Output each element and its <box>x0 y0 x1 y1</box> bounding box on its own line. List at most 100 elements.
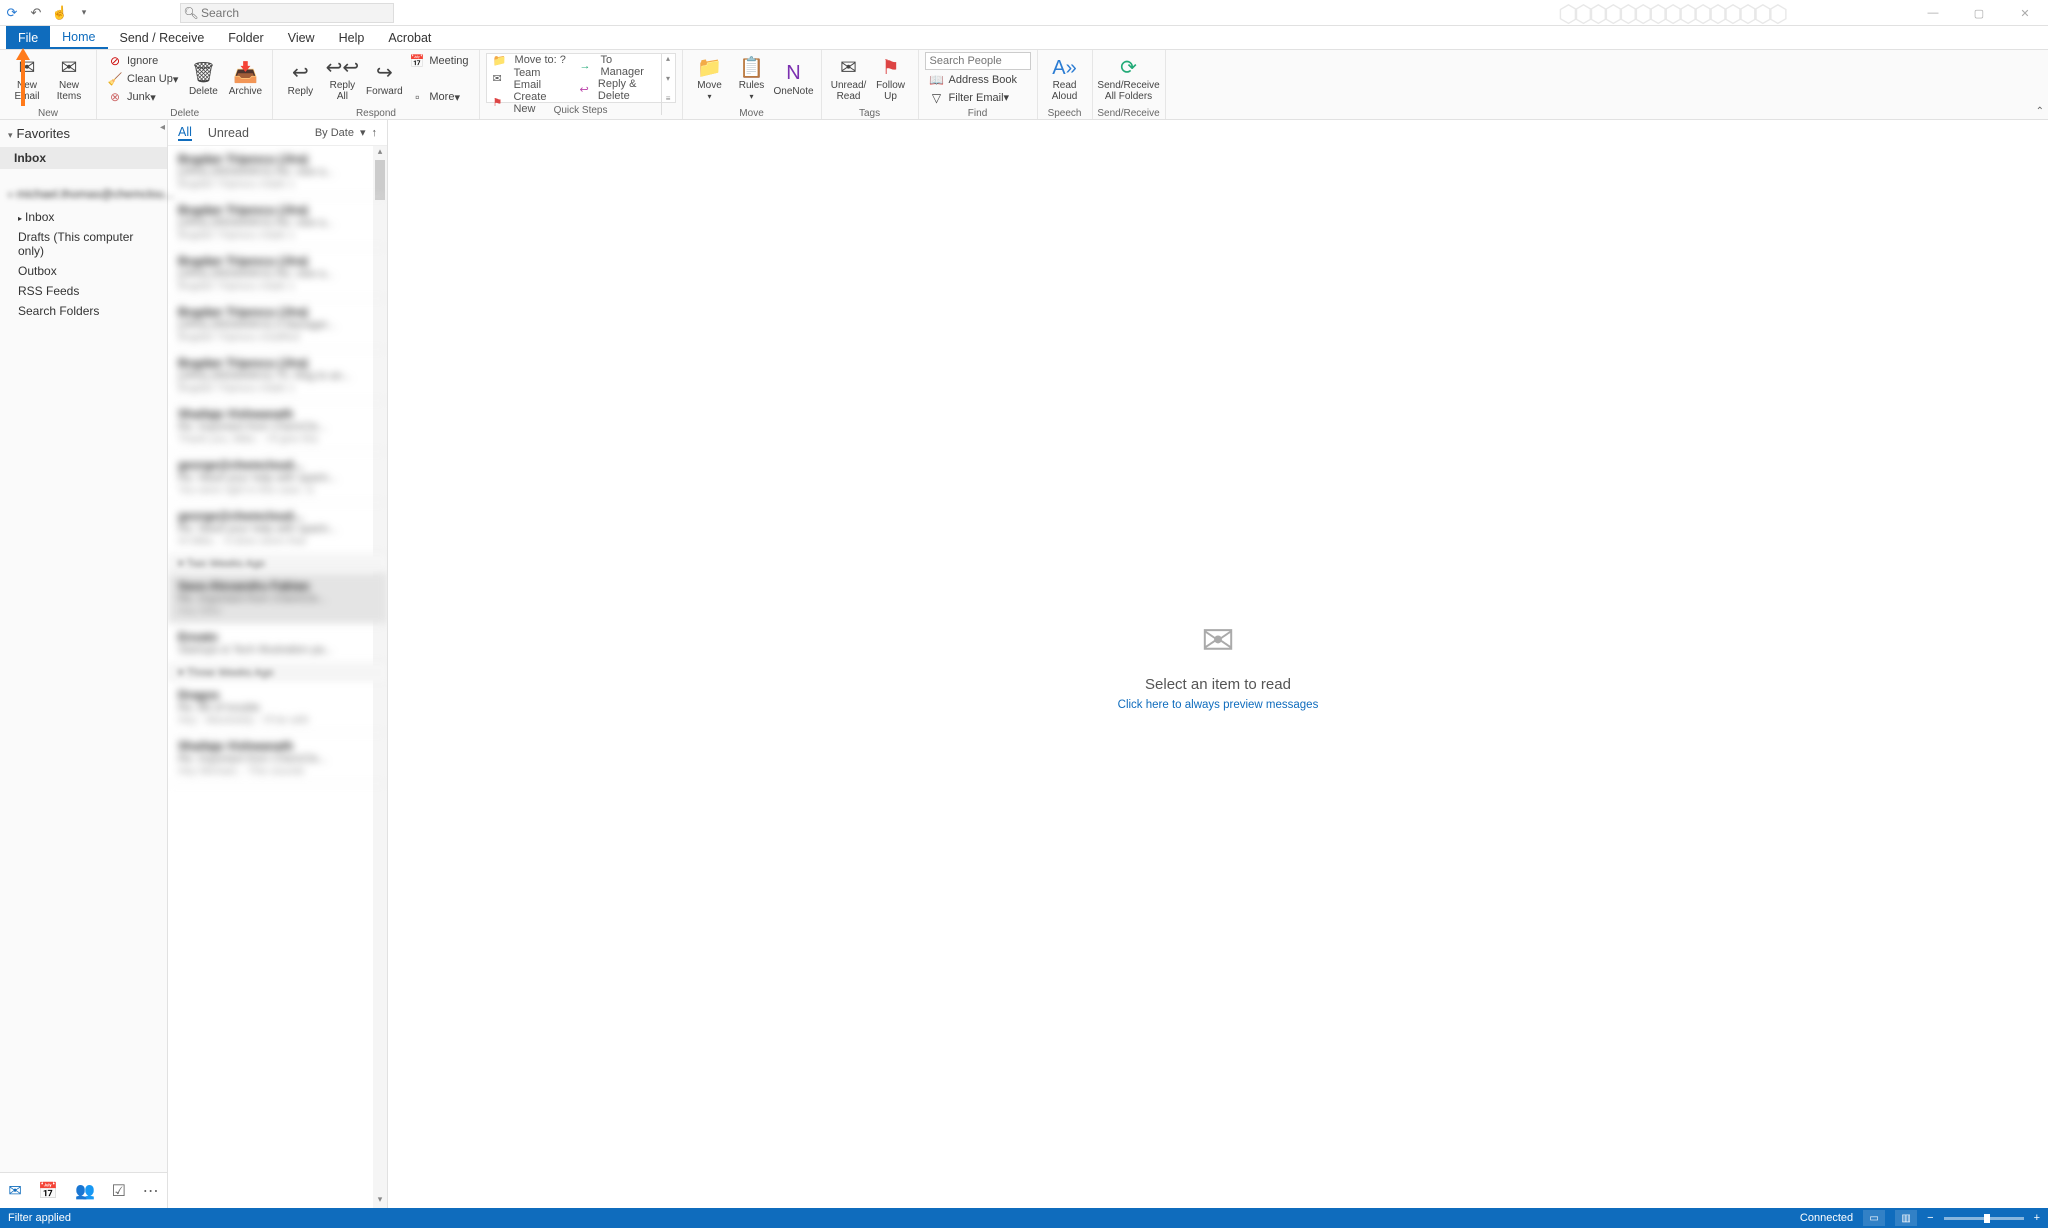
tasks-icon[interactable]: ☑ <box>112 1181 126 1201</box>
more-button[interactable]: ▫More ▾ <box>405 89 472 106</box>
account-header[interactable]: michael.thomas@chemclou... <box>0 181 167 207</box>
nav-sub-drafts[interactable]: Drafts (This computer only) <box>0 227 167 261</box>
list-item[interactable]: george@chemcloud...Re: Need your help wi… <box>168 452 387 503</box>
send-receive-button[interactable]: ⟳Send/Receive All Folders <box>1099 52 1159 106</box>
reply-all-button[interactable]: ↩↩Reply All <box>321 52 363 106</box>
zoom-out-icon[interactable]: − <box>1927 1212 1933 1224</box>
unread-button[interactable]: ✉Unread/ Read <box>828 52 870 106</box>
reply-button[interactable]: ↩Reply <box>279 52 321 106</box>
list-group-header[interactable]: ▾ Two Weeks Ago <box>168 554 387 573</box>
cleanup-button[interactable]: 🧹Clean Up ▾ <box>103 71 182 88</box>
calendar-icon[interactable]: 📅 <box>38 1181 58 1201</box>
followup-button[interactable]: ⚑Follow Up <box>870 52 912 106</box>
group-label: New <box>0 108 96 119</box>
group-label: Tags <box>822 108 918 119</box>
nav-sub-search[interactable]: Search Folders <box>0 301 167 321</box>
quickstep-replydelete[interactable]: ↩Reply & Delete <box>574 78 661 102</box>
gallery-down-icon[interactable]: ▾ <box>662 74 675 94</box>
tab-view[interactable]: View <box>276 26 327 49</box>
list-item[interactable]: Bogdan Tripescu (Jira)[JIRA] (REMARKS) R… <box>168 146 387 197</box>
flag-icon: ⚑ <box>882 56 900 80</box>
search-box[interactable]: 🔍︎ <box>180 3 394 23</box>
more-icon[interactable]: ⋯ <box>143 1181 159 1201</box>
list-item[interactable]: Shailaja VishwanathRe: important from Ch… <box>168 401 387 452</box>
nav-sub-inbox[interactable]: ▸Inbox <box>0 207 167 227</box>
meeting-button[interactable]: 📅Meeting <box>405 53 472 70</box>
list-group-header[interactable]: ▾ Three Weeks Ago <box>168 663 387 682</box>
quickstep-moveto[interactable]: 📁Move to: ? <box>487 54 574 67</box>
quick-steps-gallery[interactable]: 📁Move to: ? ✉Team Email ⚑Create New →To … <box>486 53 676 103</box>
delete-button[interactable]: 🗑Delete <box>182 52 224 106</box>
list-item[interactable]: DragosRe: Bit of troubleHey - Absolutely… <box>168 682 387 733</box>
new-items-button[interactable]: ✉New Items <box>48 52 90 106</box>
view-normal-icon[interactable]: ▭ <box>1863 1210 1885 1226</box>
sync-icon[interactable]: ⟳ <box>4 5 20 21</box>
nav-item-inbox[interactable]: Inbox <box>0 147 167 169</box>
more-icon: ▫ <box>409 90 425 104</box>
preview-messages-link[interactable]: Click here to always preview messages <box>1118 699 1319 711</box>
quickstep-tomanager[interactable]: →To Manager <box>574 54 661 78</box>
rules-button[interactable]: 📋Rules▾ <box>731 52 773 106</box>
group-label: Send/Receive <box>1093 108 1165 119</box>
forward-icon: ↪ <box>376 62 393 86</box>
people-icon[interactable]: 👥 <box>75 1181 95 1201</box>
nav-sub-rss[interactable]: RSS Feeds <box>0 281 167 301</box>
mail-icon[interactable]: ✉ <box>8 1181 21 1201</box>
list-item[interactable]: Sava Alexandru FabianRe: important from … <box>168 573 387 624</box>
filter-unread[interactable]: Unread <box>208 126 249 140</box>
view-reading-icon[interactable]: ▥ <box>1895 1210 1917 1226</box>
list-item[interactable]: Bogdan Tripescu (Jira)[JIRA] (REMARKS) T… <box>168 350 387 401</box>
sort-by-date[interactable]: By Date <box>315 127 354 139</box>
search-input[interactable] <box>201 6 393 20</box>
zoom-slider[interactable] <box>1944 1217 2024 1220</box>
list-item[interactable]: Bogdan Tripescu (Jira)[JIRA] (REMARKS) R… <box>168 197 387 248</box>
nav-sub-outbox[interactable]: Outbox <box>0 261 167 281</box>
tab-help[interactable]: Help <box>327 26 377 49</box>
onenote-button[interactable]: NOneNote <box>773 52 815 106</box>
sort-direction-icon[interactable]: ↑ <box>372 127 378 139</box>
status-connected: Connected <box>1800 1212 1853 1224</box>
status-filter: Filter applied <box>8 1212 71 1224</box>
forward-button[interactable]: ↪Forward <box>363 52 405 106</box>
list-item[interactable]: Shailaja VishwanathRe: important from Ch… <box>168 733 387 784</box>
zoom-in-icon[interactable]: + <box>2034 1212 2040 1224</box>
envelope-icon: ✉ <box>493 72 508 85</box>
address-book-button[interactable]: 📖Address Book <box>925 71 1031 88</box>
folder-arrow-icon: 📁 <box>493 54 509 67</box>
filter-all[interactable]: All <box>178 125 192 141</box>
read-aloud-button[interactable]: A»Read Aloud <box>1044 52 1086 106</box>
list-item[interactable]: Bogdan Tripescu (Jira)[JIRA] (REMARKS) R… <box>168 248 387 299</box>
reading-empty-message: Select an item to read <box>1145 676 1291 693</box>
move-button[interactable]: 📁Move▾ <box>689 52 731 106</box>
annotation-arrow <box>18 48 28 106</box>
collapse-ribbon-icon[interactable]: ⌃ <box>2036 106 2044 117</box>
ignore-button[interactable]: ⊘Ignore <box>103 53 182 70</box>
group-label: Find <box>919 108 1037 119</box>
undo-icon[interactable]: ↶ <box>28 5 44 21</box>
minimize-button[interactable]: — <box>1910 0 1956 26</box>
quickstep-teamemail[interactable]: ✉Team Email <box>487 67 574 91</box>
search-people-input[interactable] <box>925 52 1031 70</box>
collapse-nav-icon[interactable]: ◂ <box>160 122 165 133</box>
rules-icon: 📋 <box>739 56 764 80</box>
gallery-up-icon[interactable]: ▴ <box>662 54 675 74</box>
touch-icon[interactable]: ☝ <box>52 5 68 21</box>
archive-button[interactable]: 📥Archive <box>224 52 266 106</box>
tab-send-receive[interactable]: Send / Receive <box>108 26 217 49</box>
reply-icon: ↩ <box>292 62 309 86</box>
tab-folder[interactable]: Folder <box>216 26 275 49</box>
filter-email-button[interactable]: ▽Filter Email ▾ <box>925 89 1031 106</box>
list-item[interactable]: EnvatoStartups & Tech Illustration pa... <box>168 624 387 663</box>
list-item[interactable]: george@chemcloud...Re: Need your help wi… <box>168 503 387 554</box>
close-button[interactable]: ✕ <box>2002 0 2048 26</box>
group-label: Respond <box>273 108 478 119</box>
tab-file[interactable]: File <box>6 26 50 49</box>
qat-dropdown-icon[interactable]: ▾ <box>76 5 92 21</box>
junk-button[interactable]: ⊗Junk ▾ <box>103 89 182 106</box>
maximize-button[interactable]: ▢ <box>1956 0 2002 26</box>
onenote-icon: N <box>786 62 800 86</box>
tab-acrobat[interactable]: Acrobat <box>376 26 443 49</box>
tab-home[interactable]: Home <box>50 26 107 49</box>
favorites-header[interactable]: Favorites <box>0 120 167 147</box>
list-item[interactable]: Bogdan Tripescu (Jira)[JIRA] (REMARKS) i… <box>168 299 387 350</box>
